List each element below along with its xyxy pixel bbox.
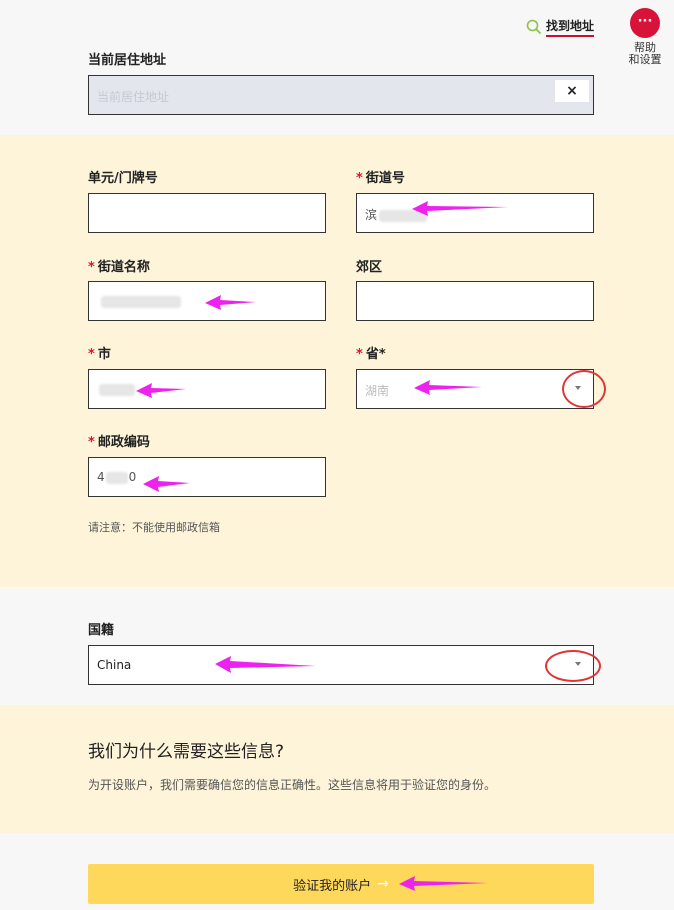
annotation-arrow <box>136 383 186 398</box>
annotation-arrow <box>143 476 190 492</box>
annotation-arrow <box>414 380 482 395</box>
annotation-arrow <box>399 876 488 891</box>
annotation-arrow <box>215 656 316 673</box>
annotation-arrows <box>136 201 508 891</box>
annotation-arrow <box>205 295 256 310</box>
annotation-arrow <box>412 201 508 216</box>
